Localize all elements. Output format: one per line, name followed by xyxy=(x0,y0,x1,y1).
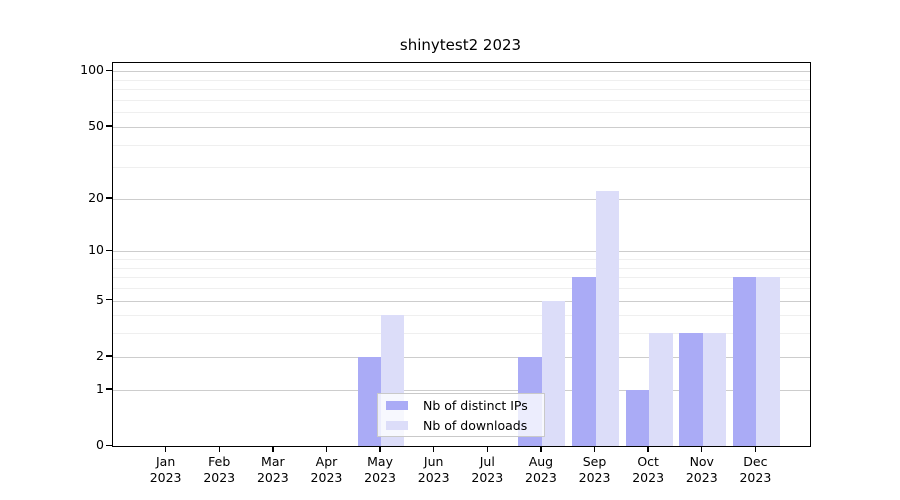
x-tick-mark xyxy=(272,446,274,452)
x-tick-month: Jul xyxy=(479,454,495,469)
x-tick-label: Jan 2023 xyxy=(136,454,196,486)
x-tick-year: 2023 xyxy=(525,470,557,485)
gridline-minor xyxy=(113,89,810,91)
gridline-major xyxy=(113,251,810,253)
y-tick-mark xyxy=(106,69,112,72)
y-tick-mark xyxy=(106,125,112,127)
gridline-minor xyxy=(113,259,810,261)
y-tick-label: 20 xyxy=(88,189,104,205)
y-tick-label: 2 xyxy=(96,347,104,363)
x-tick-label: Mar 2023 xyxy=(243,454,303,486)
x-tick-mark xyxy=(486,446,488,452)
x-tick-year: 2023 xyxy=(417,470,450,485)
x-tick-year: 2023 xyxy=(310,470,343,485)
x-tick-month: Feb xyxy=(208,454,231,469)
x-tick-month: May xyxy=(367,454,393,469)
gridline-major xyxy=(113,71,810,73)
y-tick-label: 100 xyxy=(80,62,104,78)
x-tick-mark xyxy=(379,446,381,452)
x-tick-year: 2023 xyxy=(578,470,611,485)
chart-title: shinytest2 2023 xyxy=(399,36,522,54)
chart-canvas: shinytest2 2023 0 1 2 5 10 20 50 100 Jan 2023 Feb… xyxy=(0,0,900,500)
x-tick-year: 2023 xyxy=(256,470,289,485)
x-tick-mark xyxy=(432,446,435,452)
x-tick-mark xyxy=(701,446,703,452)
gridline-minor xyxy=(113,144,810,146)
x-tick-month: Sep xyxy=(582,454,607,469)
x-tick-year: 2023 xyxy=(149,470,182,485)
x-tick-month: Jun xyxy=(423,454,444,469)
x-tick-label: Apr 2023 xyxy=(296,454,356,486)
x-tick-label: Oct 2023 xyxy=(618,454,678,486)
legend-label-downloads: Nb of downloads xyxy=(423,417,528,433)
x-tick-mark xyxy=(540,446,542,452)
y-tick-label: 1 xyxy=(96,380,104,396)
x-tick-label: Jun 2023 xyxy=(404,454,464,486)
bar-distinct-ips xyxy=(679,333,703,446)
x-tick-mark xyxy=(218,446,220,452)
x-tick-mark xyxy=(647,446,649,452)
x-tick-label: Feb 2023 xyxy=(189,454,249,486)
y-tick-mark xyxy=(106,197,112,199)
y-tick-mark xyxy=(106,355,112,357)
bar-distinct-ips xyxy=(572,277,596,446)
x-tick-month: Apr xyxy=(315,454,338,469)
y-tick-label: 10 xyxy=(88,242,104,258)
x-tick-month: Jan xyxy=(155,454,176,469)
x-tick-month: Oct xyxy=(637,454,659,469)
legend: Nb of distinct IPs Nb of downloads xyxy=(377,393,545,437)
bar-distinct-ips xyxy=(732,277,757,446)
x-tick-year: 2023 xyxy=(203,470,236,485)
gridline-minor xyxy=(113,315,810,317)
x-tick-mark xyxy=(593,446,596,452)
gridline-minor xyxy=(113,112,810,114)
x-tick-mark xyxy=(325,446,328,452)
gridline-minor xyxy=(113,167,810,169)
gridline-minor xyxy=(113,267,810,269)
x-tick-label: Aug 2023 xyxy=(511,454,571,486)
gridline-minor xyxy=(113,277,810,279)
x-tick-label: Nov 2023 xyxy=(672,454,732,486)
y-tick-label: 0 xyxy=(96,437,104,452)
bar-downloads xyxy=(702,333,727,446)
x-tick-month: Dec xyxy=(743,454,768,469)
x-tick-year: 2023 xyxy=(364,470,396,485)
gridline-minor xyxy=(113,99,810,101)
x-tick-mark xyxy=(164,446,167,452)
bar-downloads xyxy=(756,277,780,446)
gridline-minor xyxy=(113,79,810,81)
x-tick-month: Nov xyxy=(689,454,714,469)
legend-swatch-downloads xyxy=(386,420,408,430)
x-tick-label: Sep 2023 xyxy=(565,454,625,486)
plot-area xyxy=(112,62,811,447)
legend-row-distinct-ips: Nb of distinct IPs xyxy=(386,398,544,413)
y-tick-mark xyxy=(106,388,112,390)
x-tick-year: 2023 xyxy=(471,470,504,485)
x-tick-label: Jul 2023 xyxy=(457,454,517,486)
x-tick-label: Dec 2023 xyxy=(725,454,785,486)
gridline-minor xyxy=(113,288,810,290)
gridline-major xyxy=(113,198,810,200)
gridline-major xyxy=(113,300,810,302)
x-tick-label: May 2023 xyxy=(350,454,410,486)
x-tick-month: Mar xyxy=(261,454,285,469)
y-tick-label: 5 xyxy=(96,291,104,307)
bar-distinct-ips xyxy=(625,389,650,446)
legend-label-distinct-ips: Nb of distinct IPs xyxy=(423,397,528,413)
x-tick-month: Aug xyxy=(528,454,554,469)
x-tick-mark xyxy=(754,446,757,452)
legend-row-downloads: Nb of downloads xyxy=(386,418,544,433)
x-tick-year: 2023 xyxy=(632,470,665,485)
bar-downloads xyxy=(595,191,619,446)
y-tick-mark xyxy=(106,444,112,446)
y-tick-label: 50 xyxy=(88,117,104,133)
bar-downloads xyxy=(541,300,566,446)
y-tick-mark xyxy=(106,249,112,252)
legend-swatch-distinct-ips xyxy=(386,400,408,410)
x-tick-year: 2023 xyxy=(739,470,772,485)
gridline-major xyxy=(113,126,810,128)
x-tick-year: 2023 xyxy=(685,470,718,485)
y-tick-mark xyxy=(106,299,112,301)
bar-downloads xyxy=(649,333,673,446)
